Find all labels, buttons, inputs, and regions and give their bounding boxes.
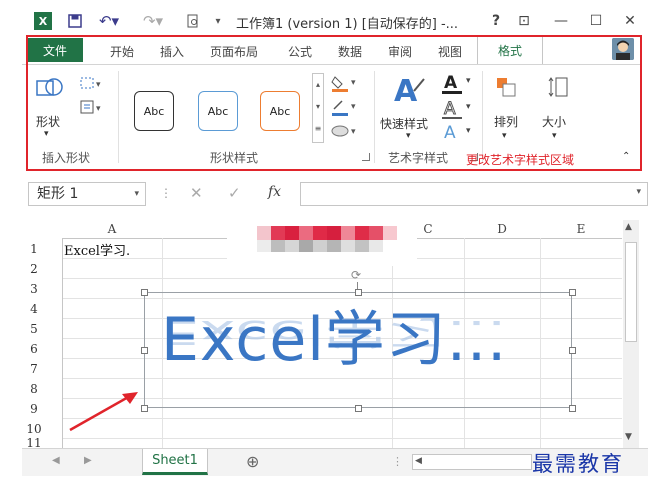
row-header-5[interactable]: 5 xyxy=(22,320,46,338)
rotate-handle-icon[interactable]: ⟳ xyxy=(351,268,361,282)
ribbon-display-options-button[interactable]: ⊡ xyxy=(510,10,538,32)
enter-icon[interactable]: ✓ xyxy=(228,184,241,202)
resize-handle[interactable] xyxy=(141,289,148,296)
annotation-arrow xyxy=(66,386,146,434)
worksheet-grid[interactable]: A B C D E 1 2 3 4 5 6 7 8 9 10 11 Excel学… xyxy=(22,220,622,448)
splitter-icon[interactable]: ⋮ xyxy=(392,455,403,468)
resize-handle[interactable] xyxy=(355,405,362,412)
formula-bar: 矩形 1 ▾ ⋮ ✕ ✓ fx ▾ xyxy=(22,178,648,208)
expand-formula-icon[interactable]: ▾ xyxy=(636,187,641,197)
horizontal-scrollbar[interactable]: ◀ xyxy=(412,454,532,470)
name-box-dropdown-icon[interactable]: ▾ xyxy=(134,183,139,205)
hscroll-left-icon[interactable]: ◀ xyxy=(415,456,422,466)
cell-a1[interactable]: Excel学习. xyxy=(64,240,130,259)
close-button[interactable]: ✕ xyxy=(616,10,644,32)
print-preview-icon[interactable] xyxy=(184,12,202,30)
scroll-thumb[interactable] xyxy=(625,242,637,342)
resize-handle[interactable] xyxy=(141,347,148,354)
maximize-button[interactable]: ☐ xyxy=(582,10,610,32)
row-header-7[interactable]: 7 xyxy=(22,360,46,378)
redacted-mosaic xyxy=(227,222,417,266)
cancel-icon[interactable]: ✕ xyxy=(190,184,203,202)
sheet-scroll-left-icon[interactable]: ◀ xyxy=(52,455,60,466)
wordart-text[interactable]: Excel学习... xyxy=(161,305,507,375)
watermark-text: 最需教育 xyxy=(532,452,624,476)
help-button[interactable]: ? xyxy=(482,10,510,32)
sheet-scroll-right-icon[interactable]: ▶ xyxy=(84,455,92,466)
row-header-2[interactable]: 2 xyxy=(22,260,46,278)
title-bar: X ↶▾ ↷▾ ▾ 工作簿1 (version 1) [自动保存的] -... … xyxy=(22,8,652,34)
undo-icon[interactable]: ↶▾ xyxy=(96,12,122,30)
insert-function-icon[interactable]: fx xyxy=(268,184,281,200)
row-header-10[interactable]: 10 xyxy=(22,420,46,438)
row-header-1[interactable]: 1 xyxy=(22,240,46,258)
resize-handle[interactable] xyxy=(569,347,576,354)
scroll-up-icon[interactable]: ▲ xyxy=(625,222,632,232)
add-sheet-icon[interactable]: ⊕ xyxy=(246,452,259,471)
formula-input[interactable]: ▾ xyxy=(300,182,648,206)
column-header-e[interactable]: E xyxy=(540,220,622,238)
save-icon[interactable] xyxy=(66,12,84,30)
row-header-6[interactable]: 6 xyxy=(22,340,46,358)
column-header-d[interactable]: D xyxy=(464,220,540,238)
highlight-frame xyxy=(26,35,642,171)
row-header-11[interactable]: 11 xyxy=(22,438,46,448)
resize-handle[interactable] xyxy=(569,405,576,412)
redo-icon[interactable]: ↷▾ xyxy=(140,12,166,30)
row-header-8[interactable]: 8 xyxy=(22,380,46,398)
resize-handle[interactable] xyxy=(569,289,576,296)
row-header-4[interactable]: 4 xyxy=(22,300,46,318)
customize-toolbar-icon[interactable]: ▾ xyxy=(212,12,224,30)
excel-logo-icon: X xyxy=(34,12,52,30)
row-header-3[interactable]: 3 xyxy=(22,280,46,298)
column-header-a[interactable]: A xyxy=(62,220,162,238)
sheet-tab-sheet1[interactable]: Sheet1 xyxy=(142,449,208,475)
scroll-down-icon[interactable]: ▼ xyxy=(625,432,632,442)
window-title: 工作簿1 (version 1) [自动保存的] -... xyxy=(236,17,459,32)
resize-handle[interactable] xyxy=(355,289,362,296)
vertical-scrollbar[interactable]: ▲ ▼ xyxy=(623,220,639,448)
name-box-value: 矩形 1 xyxy=(37,186,79,202)
minimize-button[interactable]: — xyxy=(547,10,575,32)
name-box[interactable]: 矩形 1 ▾ xyxy=(28,182,146,206)
wordart-object[interactable]: Excel学习... Excel学习... xyxy=(141,289,576,412)
formula-bar-grip-icon: ⋮ xyxy=(160,186,172,200)
row-header-9[interactable]: 9 xyxy=(22,400,46,418)
